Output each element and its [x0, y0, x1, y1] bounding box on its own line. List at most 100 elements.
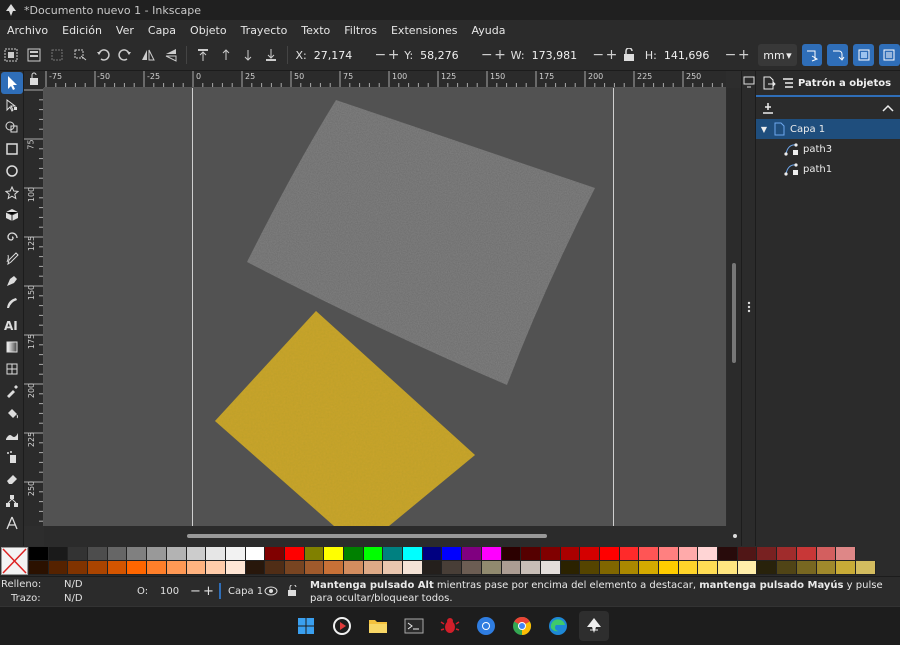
vertical-scrollbar[interactable]	[727, 88, 741, 526]
color-swatch[interactable]	[737, 547, 758, 561]
add-layer-icon[interactable]	[762, 102, 774, 114]
color-swatch[interactable]	[127, 561, 148, 575]
menu-archivo[interactable]: Archivo	[0, 24, 55, 37]
color-swatch[interactable]	[855, 561, 876, 575]
color-swatch[interactable]	[265, 561, 285, 575]
color-swatch[interactable]	[88, 547, 108, 561]
calligraphy-tool-icon[interactable]	[1, 292, 23, 314]
color-swatch[interactable]	[777, 561, 797, 575]
color-swatch[interactable]	[284, 561, 305, 575]
tab-pattern-to-objects[interactable]: Patrón a objetos	[782, 77, 891, 89]
no-paint-swatch[interactable]	[1, 547, 28, 575]
pencil-tool-icon[interactable]	[1, 248, 23, 270]
lower-to-bottom-icon[interactable]	[261, 44, 282, 66]
document-export-icon[interactable]	[756, 76, 782, 90]
color-swatch[interactable]	[88, 561, 108, 575]
more-options-icon[interactable]	[747, 301, 751, 313]
color-swatch[interactable]	[166, 561, 187, 575]
color-swatch[interactable]	[540, 561, 561, 575]
menu-objeto[interactable]: Objeto	[183, 24, 234, 37]
ellipse-tool-icon[interactable]	[1, 160, 23, 182]
color-swatch[interactable]	[442, 547, 463, 561]
color-swatch[interactable]	[816, 547, 837, 561]
select-all-icon[interactable]	[1, 44, 22, 66]
deselect-icon[interactable]	[47, 44, 68, 66]
color-swatch[interactable]	[403, 547, 423, 561]
color-swatch[interactable]	[363, 547, 384, 561]
menu-trayecto[interactable]: Trayecto	[234, 24, 295, 37]
color-swatch[interactable]	[580, 561, 600, 575]
panel-drag-handle[interactable]	[741, 71, 755, 546]
color-swatch[interactable]	[501, 547, 522, 561]
menu-edicion[interactable]: Edición	[55, 24, 109, 37]
lock-ratio-icon[interactable]	[619, 44, 640, 66]
color-swatch[interactable]	[147, 561, 167, 575]
windows-start-icon[interactable]	[291, 611, 321, 641]
color-swatch[interactable]	[777, 547, 797, 561]
move-pattern-icon[interactable]	[879, 44, 900, 66]
x-input[interactable]	[309, 44, 374, 66]
color-swatch[interactable]	[718, 547, 738, 561]
menu-extensiones[interactable]: Extensiones	[384, 24, 465, 37]
color-swatch[interactable]	[757, 547, 778, 561]
color-swatch[interactable]	[147, 547, 167, 561]
color-swatch[interactable]	[816, 561, 837, 575]
color-swatch[interactable]	[107, 561, 128, 575]
y-increment-button[interactable]: +	[493, 47, 506, 63]
layer-row[interactable]: ▼ Capa 1	[756, 119, 900, 139]
menu-ayuda[interactable]: Ayuda	[464, 24, 512, 37]
x-increment-button[interactable]: +	[387, 47, 400, 63]
color-swatch[interactable]	[186, 561, 207, 575]
spray-tool-icon[interactable]	[1, 446, 23, 468]
w-increment-button[interactable]: +	[605, 47, 618, 63]
chrome-icon[interactable]	[507, 611, 537, 641]
color-swatch[interactable]	[166, 547, 187, 561]
color-swatch[interactable]	[678, 547, 699, 561]
selector-tool-icon[interactable]	[1, 72, 23, 94]
spiral-tool-icon[interactable]	[1, 226, 23, 248]
rotate-cw-icon[interactable]	[115, 44, 136, 66]
touch-select-icon[interactable]	[69, 44, 90, 66]
color-swatch[interactable]	[422, 561, 443, 575]
menu-filtros[interactable]: Filtros	[337, 24, 384, 37]
node-tool-icon[interactable]	[1, 94, 23, 116]
color-swatch[interactable]	[265, 547, 285, 561]
color-swatch[interactable]	[206, 547, 226, 561]
color-swatch[interactable]	[206, 561, 226, 575]
opacity-decrement-button[interactable]: −	[190, 584, 201, 599]
pen-tool-icon[interactable]	[1, 270, 23, 292]
mesh-tool-icon[interactable]	[1, 358, 23, 380]
color-swatch[interactable]	[481, 547, 502, 561]
color-swatch[interactable]	[344, 547, 364, 561]
raise-to-top-icon[interactable]	[192, 44, 213, 66]
flip-vertical-icon[interactable]	[161, 44, 182, 66]
current-layer[interactable]: Capa 1	[228, 586, 263, 597]
h-increment-button[interactable]: +	[737, 47, 750, 63]
eye-icon[interactable]	[264, 586, 278, 596]
scale-stroke-icon[interactable]	[801, 44, 823, 66]
color-swatch[interactable]	[639, 547, 659, 561]
opacity-input[interactable]: 100	[160, 586, 179, 597]
color-swatch[interactable]	[599, 547, 620, 561]
color-swatch[interactable]	[481, 561, 502, 575]
color-swatch[interactable]	[698, 561, 719, 575]
color-swatch[interactable]	[639, 561, 659, 575]
color-swatch[interactable]	[324, 561, 344, 575]
display-mode-icon[interactable]	[743, 75, 755, 89]
move-gradient-icon[interactable]	[853, 44, 875, 66]
unlock-icon[interactable]	[287, 585, 299, 597]
color-swatch[interactable]	[68, 561, 89, 575]
color-swatch[interactable]	[225, 561, 246, 575]
scale-radius-icon[interactable]	[827, 44, 849, 66]
color-swatch[interactable]	[619, 561, 640, 575]
paint-bucket-tool-icon[interactable]	[1, 402, 23, 424]
rectangle-tool-icon[interactable]	[1, 138, 23, 160]
terminal-icon[interactable]	[399, 611, 429, 641]
menu-texto[interactable]: Texto	[294, 24, 337, 37]
color-swatch[interactable]	[737, 561, 758, 575]
shape-builder-tool-icon[interactable]	[1, 116, 23, 138]
edge-icon[interactable]	[543, 611, 573, 641]
color-swatch[interactable]	[836, 561, 856, 575]
color-swatch[interactable]	[659, 547, 679, 561]
eraser-tool-icon[interactable]	[1, 468, 23, 490]
